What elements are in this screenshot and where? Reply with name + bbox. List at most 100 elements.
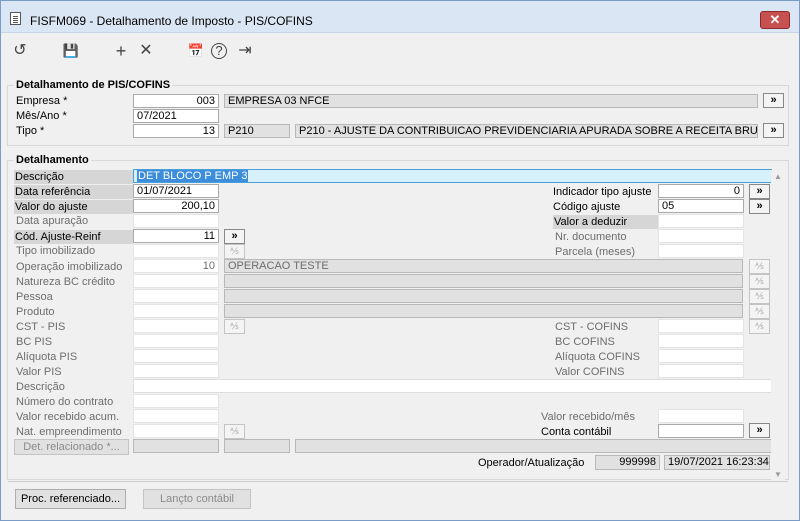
indicador-tipo-ajuste-field[interactable]: 0: [658, 184, 744, 198]
valor-deduzir-label: Valor a deduzir: [553, 215, 658, 229]
conta-contabil-field[interactable]: [658, 424, 744, 438]
pessoa-desc-field: [224, 289, 743, 303]
descricao2-label: Descrição: [16, 381, 65, 393]
cst-pis-label: CST - PIS: [16, 321, 66, 333]
tipo-short-field: P210: [224, 124, 290, 138]
empresa-name-field: EMPRESA 03 NFCE: [224, 94, 758, 108]
natureza-bc-desc-field: [224, 274, 743, 288]
nr-documento-label: Nr. documento: [555, 231, 627, 243]
operador-field: 999998: [595, 455, 660, 470]
parcela-meses-field: [658, 244, 744, 258]
cod-ajuste-reinf-field[interactable]: 11: [133, 229, 219, 243]
conta-contabil-lookup-button[interactable]: »: [749, 423, 770, 438]
refresh-icon[interactable]: ↺: [10, 41, 30, 61]
title-bar: FISFM069 - Detalhamento de Imposto - PIS…: [1, 1, 799, 33]
tipo-desc-field: P210 - AJUSTE DA CONTRIBUICAO PREVIDENCI…: [295, 124, 758, 138]
lancto-contabil-button: Lançto contábil: [143, 489, 251, 509]
exit-icon[interactable]: ⇥: [235, 41, 255, 61]
help-icon[interactable]: ?: [211, 43, 227, 59]
cst-pis-lookup-button: ⅍: [224, 319, 245, 334]
descricao-field[interactable]: DET BLOCO P EMP 3: [133, 169, 772, 183]
det-relacionado-field: [133, 439, 219, 453]
data-apuracao-label: Data apuração: [16, 215, 89, 227]
header-section-title: Detalhamento de PIS/COFINS: [14, 79, 173, 91]
valor-ajuste-field[interactable]: 200,10: [133, 199, 219, 213]
natureza-bc-label: Natureza BC crédito: [16, 276, 116, 288]
data-referencia-label: Data referência: [14, 185, 133, 199]
data-referencia-field[interactable]: 01/07/2021: [133, 184, 219, 198]
valor-pis-label: Valor PIS: [16, 366, 62, 378]
tipo-imobilizado-lookup-button: ⅍: [224, 244, 245, 259]
operador-label: Operador/Atualização: [478, 457, 585, 469]
cst-cofins-field: [658, 319, 744, 333]
codigo-ajuste-label: Código ajuste: [553, 201, 621, 213]
cst-cofins-lookup-button: ⅍: [749, 319, 770, 334]
valor-cofins-label: Valor COFINS: [555, 366, 625, 378]
produto-code-field: [133, 304, 219, 318]
pessoa-code-field: [133, 289, 219, 303]
bc-cofins-field: [658, 334, 744, 348]
det-relacionado-desc-field: [295, 439, 772, 453]
cod-ajuste-reinf-label: Cód. Ajuste-Reinf: [14, 230, 133, 244]
pessoa-label: Pessoa: [16, 291, 53, 303]
pessoa-lookup-button: ⅍: [749, 289, 770, 304]
bc-pis-label: BC PIS: [16, 336, 53, 348]
operacao-imobilizado-code-field: 10: [133, 259, 219, 273]
document-icon: [10, 12, 21, 25]
scroll-up-icon[interactable]: ▲: [774, 172, 782, 181]
data-apuracao-field[interactable]: [133, 214, 219, 228]
valor-ajuste-label: Valor do ajuste: [14, 200, 133, 214]
tipo-code-field[interactable]: 13: [133, 124, 219, 138]
scroll-down-icon[interactable]: ▼: [774, 470, 782, 479]
proc-referenciado-button[interactable]: Proc. referenciado...: [15, 489, 126, 509]
save-icon[interactable]: 💾: [61, 41, 81, 61]
natureza-bc-lookup-button: ⅍: [749, 274, 770, 289]
detail-scrollbar[interactable]: ▲ ▼: [771, 170, 785, 481]
codigo-ajuste-lookup-button[interactable]: »: [749, 199, 770, 214]
calendar-icon[interactable]: 📅: [186, 41, 206, 61]
window-title: FISFM069 - Detalhamento de Imposto - PIS…: [30, 14, 313, 28]
valor-deduzir-field[interactable]: [658, 214, 744, 228]
tipo-lookup-button[interactable]: »: [763, 123, 784, 138]
main-window: FISFM069 - Detalhamento de Imposto - PIS…: [0, 0, 800, 521]
operacao-imobilizado-lookup-button: ⅍: [749, 259, 770, 274]
nat-empreendimento-lookup-button: ⅍: [224, 424, 245, 439]
add-icon[interactable]: +: [111, 41, 131, 61]
aliquota-pis-field: [133, 349, 219, 363]
close-button[interactable]: ✕: [760, 11, 790, 29]
operacao-imobilizado-desc-field: OPERACAO TESTE: [224, 259, 743, 273]
valor-recebido-mes-label: Valor recebido/mês: [541, 411, 635, 423]
det-relacionado-button: Det. relacionado *...: [14, 439, 129, 455]
valor-recebido-acum-label: Valor recebido acum.: [16, 411, 120, 423]
descricao-label: Descrição: [14, 170, 133, 184]
aliquota-cofins-label: Alíquota COFINS: [555, 351, 640, 363]
empresa-code-field[interactable]: 003: [133, 94, 219, 108]
conta-contabil-label: Conta contábil: [541, 426, 612, 438]
mes-ano-field[interactable]: 07/2021: [133, 109, 219, 123]
empresa-lookup-button[interactable]: »: [763, 93, 784, 108]
valor-recebido-acum-field: [133, 409, 219, 423]
bc-cofins-label: BC COFINS: [555, 336, 615, 348]
empresa-label: Empresa *: [16, 95, 68, 107]
descricao2-field[interactable]: [133, 379, 772, 393]
cancel-icon[interactable]: ✕: [136, 41, 156, 61]
detail-section-title: Detalhamento: [14, 154, 91, 166]
operacao-imobilizado-label: Operação imobilizado: [16, 261, 123, 273]
nr-documento-field: [658, 229, 744, 243]
tipo-imobilizado-label: Tipo imobilizado: [16, 245, 96, 257]
produto-desc-field: [224, 304, 743, 318]
codigo-ajuste-field[interactable]: 05: [658, 199, 744, 213]
numero-contrato-label: Número do contrato: [16, 396, 114, 408]
cst-pis-field: [133, 319, 219, 333]
cod-ajuste-reinf-lookup-button[interactable]: »: [224, 229, 245, 244]
aliquota-cofins-field: [658, 349, 744, 363]
indicador-tipo-ajuste-lookup-button[interactable]: »: [749, 184, 770, 199]
nat-empreendimento-field: [133, 424, 219, 438]
atualizacao-field: 19/07/2021 16:23:34: [664, 455, 770, 470]
produto-lookup-button: ⅍: [749, 304, 770, 319]
valor-cofins-field: [658, 364, 744, 378]
numero-contrato-field: [133, 394, 219, 408]
footer-divider: [8, 481, 788, 482]
bc-pis-field: [133, 334, 219, 348]
tipo-label: Tipo *: [16, 125, 45, 137]
